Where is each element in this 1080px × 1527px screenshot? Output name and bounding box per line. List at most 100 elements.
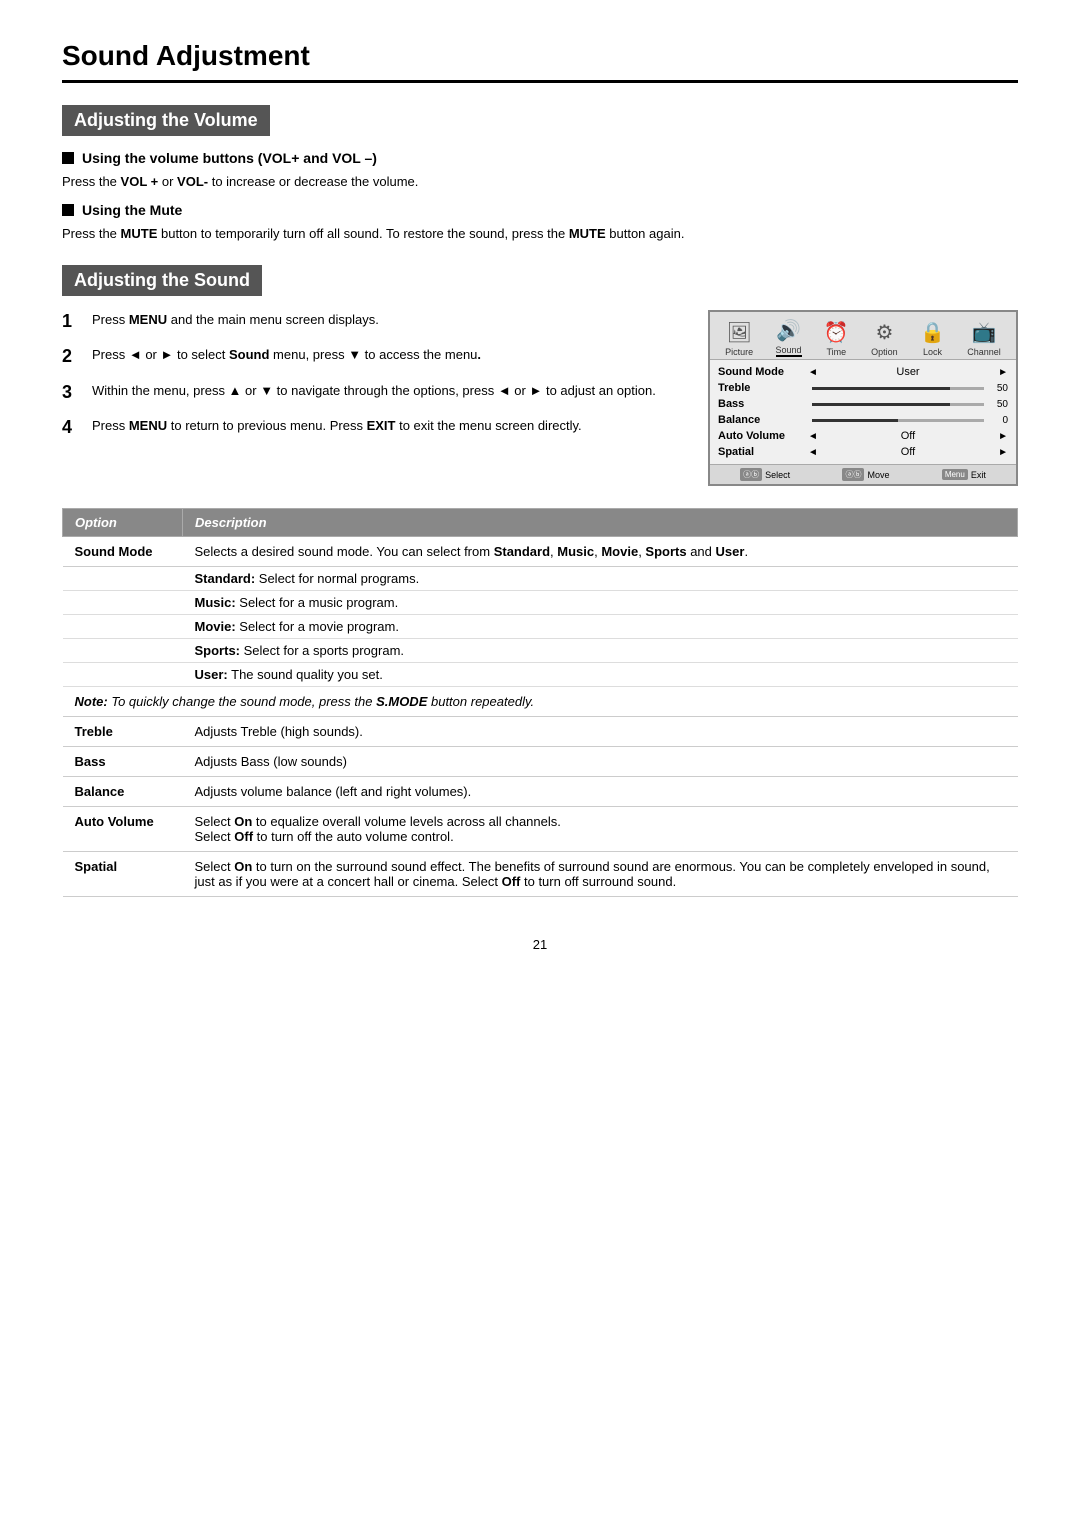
sound-layout: 1 Press MENU and the main menu screen di… [62,310,1018,486]
step-text-2: Press ◄ or ► to select Sound menu, press… [92,345,684,368]
vol-buttons-text: Press the VOL + or VOL- to increase or d… [62,172,1018,192]
desc-auto-volume: Select On to equalize overall volume lev… [183,807,1018,852]
note-cell: Note: To quickly change the sound mode, … [63,687,1018,717]
desc-user: User: The sound quality you set. [183,663,1018,687]
option-bass: Bass [63,747,183,777]
step-1: 1 Press MENU and the main menu screen di… [62,310,684,333]
bullet-icon [62,152,74,164]
spatial-right-arrow: ► [998,447,1008,458]
menu-footer-select: ⓐⓑ Select [740,468,790,481]
page-number: 21 [62,937,1018,952]
menu-icon-time: ⏰ Time [824,320,849,357]
option-standard-empty [63,567,183,591]
desc-standard: Standard: Select for normal programs. [183,567,1018,591]
spatial-label: Spatial [718,446,808,458]
menu-icon-picture: 🖼 Picture [725,320,753,357]
bullet-icon-2 [62,204,74,216]
vol-buttons-heading: Using the volume buttons (VOL+ and VOL –… [62,150,1018,166]
table-row-sports: Sports: Select for a sports program. [63,639,1018,663]
channel-label: Channel [967,347,1001,357]
auto-volume-right-arrow: ► [998,431,1008,442]
balance-label: Balance [718,414,808,426]
channel-icon: 📺 [972,320,997,345]
auto-volume-value: Off [822,430,994,442]
desc-music: Music: Select for a music program. [183,591,1018,615]
treble-value: 50 [992,383,1008,394]
option-auto-volume: Auto Volume [63,807,183,852]
step-4: 4 Press MENU to return to previous menu.… [62,416,684,439]
desc-balance: Adjusts volume balance (left and right v… [183,777,1018,807]
step-num-1: 1 [62,310,80,333]
step-num-4: 4 [62,416,80,439]
option-sound-mode: Sound Mode [63,537,183,567]
menu-row-balance: Balance 0 [718,412,1008,428]
menu-icons-row: 🖼 Picture 🔊 Sound ⏰ Time ⚙ Option 🔒 [710,312,1016,360]
desc-bass: Adjusts Bass (low sounds) [183,747,1018,777]
desc-sound-mode: Selects a desired sound mode. You can se… [183,537,1018,567]
sound-label: Sound [776,345,802,355]
mute-text: Press the MUTE button to temporarily tur… [62,224,1018,244]
option-sports-empty [63,639,183,663]
spatial-left-arrow: ◄ [808,447,818,458]
time-icon: ⏰ [824,320,849,345]
picture-icon: 🖼 [726,320,751,345]
step-text-3: Within the menu, press ▲ or ▼ to navigat… [92,381,684,404]
desc-treble: Adjusts Treble (high sounds). [183,717,1018,747]
balance-value: 0 [992,415,1008,426]
menu-rows: Sound Mode ◄ User ► Treble 50 Bass [710,360,1016,464]
option-label: Option [871,347,898,357]
menu-row-bass: Bass 50 [718,396,1008,412]
step-text-4: Press MENU to return to previous menu. P… [92,416,684,439]
sound-mode-left-arrow: ◄ [808,367,818,378]
menu-row-sound-mode: Sound Mode ◄ User ► [718,364,1008,380]
description-col-header: Description [183,509,1018,537]
exit-label: Exit [971,470,986,480]
desc-sports: Sports: Select for a sports program. [183,639,1018,663]
treble-slider [812,387,984,390]
desc-movie: Movie: Select for a movie program. [183,615,1018,639]
auto-volume-label: Auto Volume [718,430,808,442]
option-col-header: Option [63,509,183,537]
treble-slider-fill [812,387,950,390]
time-label: Time [827,347,847,357]
menu-row-treble: Treble 50 [718,380,1008,396]
exit-btn: Menu [942,469,968,480]
option-movie-empty [63,615,183,639]
balance-slider-fill [812,419,898,422]
option-user-empty [63,663,183,687]
select-btn: ⓐⓑ [740,468,762,481]
menu-footer-exit: Menu Exit [942,468,986,481]
sound-icon: 🔊 [776,318,801,343]
volume-section-heading: Adjusting the Volume [62,105,270,136]
menu-icon-sound: 🔊 Sound [776,318,802,357]
table-row-bass: Bass Adjusts Bass (low sounds) [63,747,1018,777]
move-btn: ⓐⓑ [842,468,864,481]
step-num-3: 3 [62,381,80,404]
step-3: 3 Within the menu, press ▲ or ▼ to navig… [62,381,684,404]
step-2: 2 Press ◄ or ► to select Sound menu, pre… [62,345,684,368]
option-music-empty [63,591,183,615]
step-text-1: Press MENU and the main menu screen disp… [92,310,684,333]
menu-footer-move: ⓐⓑ Move [842,468,889,481]
table-row-movie: Movie: Select for a movie program. [63,615,1018,639]
lock-label: Lock [923,347,942,357]
table-row-music: Music: Select for a music program. [63,591,1018,615]
option-spatial: Spatial [63,852,183,897]
table-row-spatial: Spatial Select On to turn on the surroun… [63,852,1018,897]
sound-mode-label: Sound Mode [718,366,808,378]
steps-column: 1 Press MENU and the main menu screen di… [62,310,684,486]
desc-spatial: Select On to turn on the surround sound … [183,852,1018,897]
option-table: Option Description Sound Mode Selects a … [62,508,1018,897]
treble-label: Treble [718,382,808,394]
menu-row-auto-volume: Auto Volume ◄ Off ► [718,428,1008,444]
bass-label: Bass [718,398,808,410]
mute-heading: Using the Mute [62,202,1018,218]
menu-icon-channel: 📺 Channel [967,320,1001,357]
sound-mode-value: User [822,366,994,378]
move-label: Move [867,470,889,480]
menu-footer: ⓐⓑ Select ⓐⓑ Move Menu Exit [710,464,1016,484]
sound-mode-right-arrow: ► [998,367,1008,378]
bass-slider [812,403,984,406]
table-row-balance: Balance Adjusts volume balance (left and… [63,777,1018,807]
volume-section: Adjusting the Volume Using the volume bu… [62,105,1018,243]
